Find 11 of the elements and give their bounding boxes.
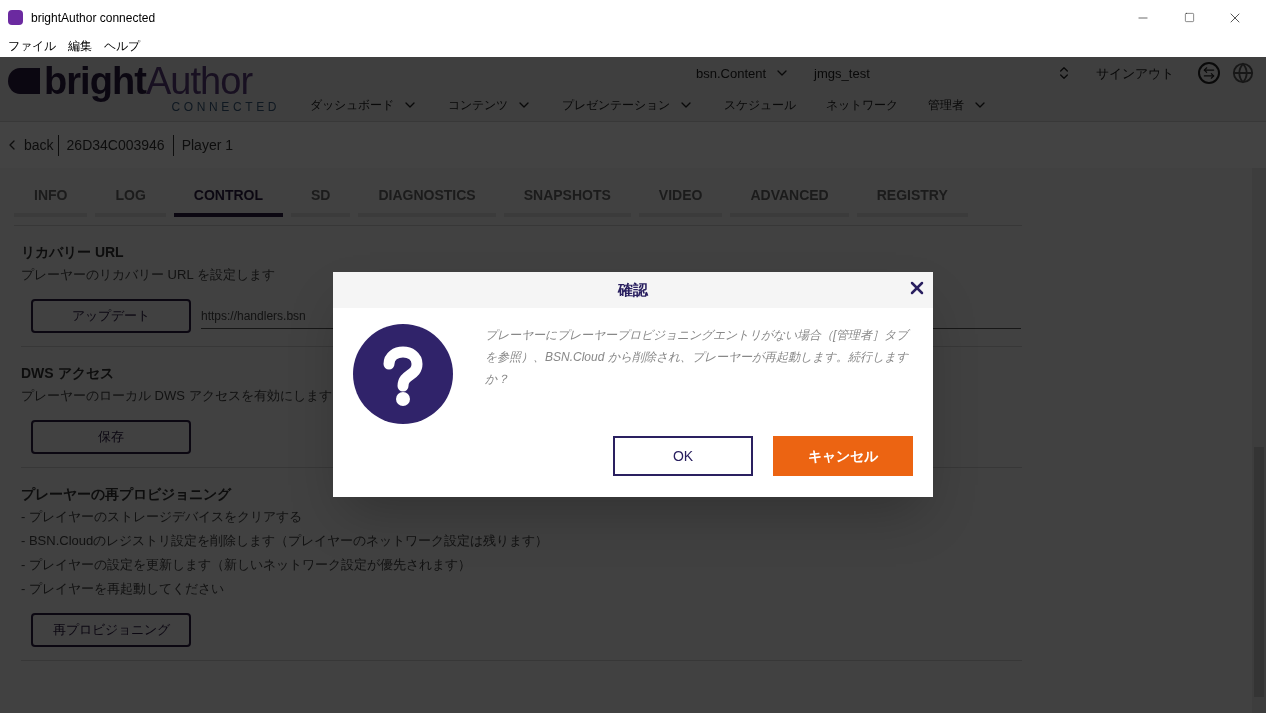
ok-button[interactable]: OK — [613, 436, 753, 476]
menu-item[interactable]: 編集 — [68, 37, 92, 55]
dialog-title: 確認 — [618, 279, 648, 300]
cancel-button[interactable]: キャンセル — [773, 436, 913, 476]
logo-wordmark: brightAuthor — [44, 61, 253, 101]
menu-item[interactable]: ヘルプ — [104, 37, 140, 55]
window-title: brightAuthor connected — [31, 9, 156, 27]
app-icon — [8, 10, 23, 25]
question-icon — [353, 324, 453, 424]
menu-item[interactable]: ファイル — [8, 37, 56, 55]
dialog-message: プレーヤーにプレーヤープロビジョニングエントリがない場合（[管理者］タブを参照）、BSN.Cloud から削除され、プレーヤーが再起動します。続行しますか？ — [485, 327, 911, 388]
